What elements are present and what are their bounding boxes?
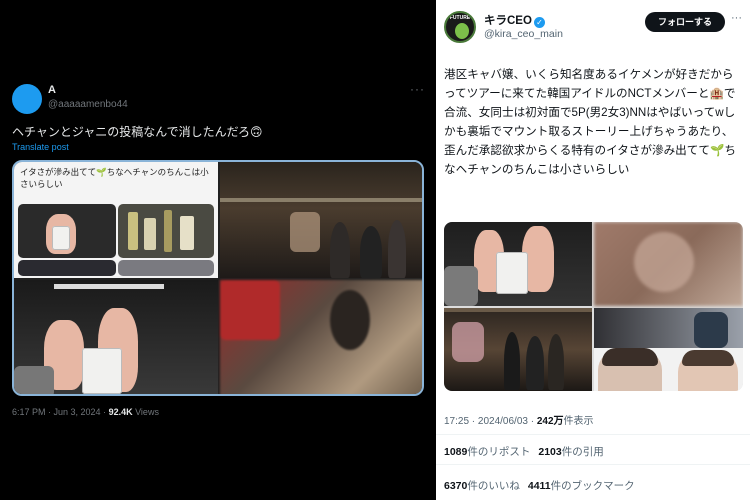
- left-tweet-text: ヘチャンとジャニの投稿なんで消したんだろ🙃: [12, 125, 263, 139]
- right-avatar[interactable]: FUTURE: [444, 11, 476, 43]
- right-timestamp[interactable]: 17:25 · 2024/06/03 ·: [444, 416, 537, 427]
- divider: [436, 434, 750, 435]
- right-views-label: 件表示: [563, 416, 594, 427]
- reposts-stat[interactable]: 1089件のリポスト: [444, 446, 530, 458]
- follow-button[interactable]: フォローする: [645, 12, 725, 32]
- media-hands-photo: ▬▬▬▬▬▬▬▬▬▬▬▬: [14, 280, 218, 394]
- verified-badge-icon: ✓: [533, 17, 545, 28]
- right-media-blurred[interactable]: [594, 222, 743, 306]
- thumb-hands: [18, 204, 116, 258]
- left-more-icon[interactable]: ···: [410, 82, 425, 96]
- thumb-lobby: [18, 260, 116, 276]
- like-bookmark-stats: 6370件のいいね 4411件のブックマーク: [444, 478, 635, 493]
- left-tweet-panel: A @aaaaamenbo44 ··· ヘチャンとジャニの投稿なんで消したんだろ…: [0, 0, 436, 500]
- likes-stat[interactable]: 6370件のいいね: [444, 480, 520, 492]
- avatar-face-icon: [455, 23, 469, 39]
- left-timestamp[interactable]: 6:17 PM · Jun 3, 2024 ·: [12, 407, 109, 417]
- left-author-name[interactable]: A: [48, 84, 56, 96]
- image-caption-text: イタさが滲み出てて🌱ちなヘチャンのちんこは小さいらしい: [20, 167, 209, 189]
- right-views-count: 242万: [536, 416, 564, 427]
- right-author-handle[interactable]: @kira_ceo_main: [484, 28, 563, 40]
- left-views-label: Views: [132, 407, 159, 417]
- right-media-hands[interactable]: [444, 222, 592, 306]
- quotes-stat[interactable]: 2103件の引用: [538, 446, 603, 458]
- media-blurred-photo: [220, 280, 422, 394]
- thumb-bottles: [118, 204, 214, 258]
- media-screenshot-caption: イタさが滲み出てて🌱ちなヘチャンのちんこは小さいらしい: [14, 162, 218, 278]
- image-strip: ▬▬▬▬▬▬▬▬▬▬▬▬: [54, 284, 164, 289]
- translate-post-link[interactable]: Translate post: [12, 142, 69, 152]
- left-author-handle[interactable]: @aaaaamenbo44: [48, 99, 128, 110]
- right-tweet-text: 港区キャバ嬢、いくら知名度あるイケメンが好きだからってツアーに来てた韓国アイドル…: [444, 68, 736, 176]
- bookmarks-stat[interactable]: 4411件のブックマーク: [528, 480, 635, 492]
- right-media-portraits[interactable]: [594, 308, 743, 391]
- right-more-icon[interactable]: ···: [731, 12, 742, 24]
- right-author-name-row[interactable]: キラCEO ✓: [484, 12, 545, 28]
- divider: [436, 464, 750, 465]
- right-media-lobby[interactable]: [444, 308, 592, 391]
- right-author-name[interactable]: キラCEO: [484, 15, 532, 27]
- media-lobby-photo: [220, 162, 422, 278]
- left-avatar[interactable]: [12, 84, 42, 114]
- left-quoted-image[interactable]: イタさが滲み出てて🌱ちなヘチャンのちんこは小さいらしい ▬▬▬▬▬: [12, 160, 424, 396]
- thumb-person: [118, 260, 214, 276]
- repost-quote-stats: 1089件のリポスト 2103件の引用: [444, 444, 604, 459]
- avatar-logo-text: FUTURE: [449, 15, 471, 21]
- right-tweet-metadata: 17:25 · 2024/06/03 · 242万件表示: [444, 412, 594, 427]
- right-tweet-panel: FUTURE キラCEO ✓ @kira_ceo_main フォローする ··· …: [436, 0, 750, 500]
- left-views-count: 92.4K: [108, 407, 133, 417]
- left-tweet-metadata: 6:17 PM · Jun 3, 2024 · 92.4K Views: [12, 407, 159, 417]
- right-media-grid[interactable]: [444, 222, 743, 391]
